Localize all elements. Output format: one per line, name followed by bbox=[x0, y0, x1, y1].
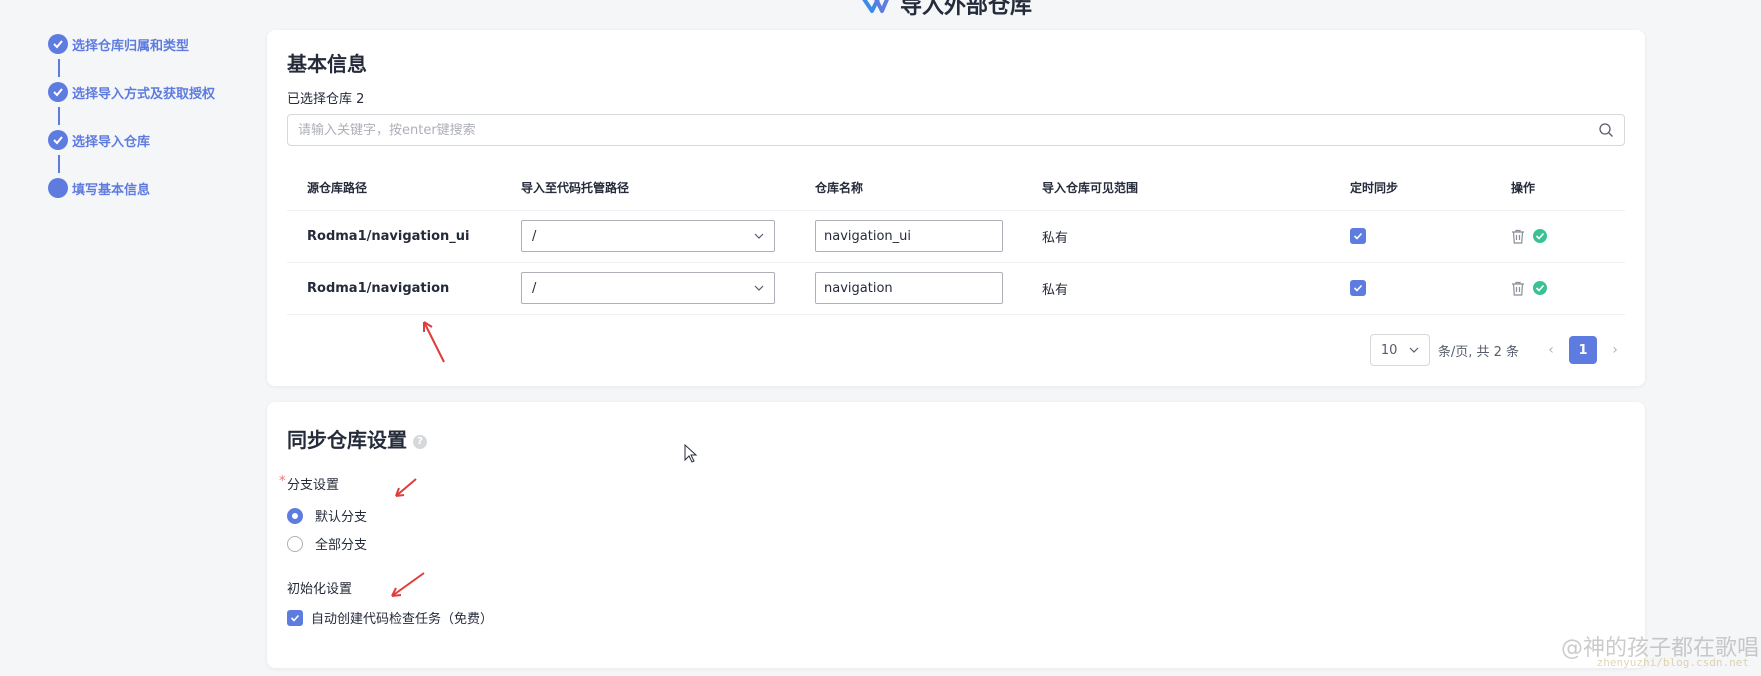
required-mark: * bbox=[279, 474, 286, 489]
sync-checkbox[interactable] bbox=[1350, 227, 1366, 244]
column-header: 仓库名称 bbox=[795, 166, 1022, 211]
prev-page-icon[interactable]: ‹ bbox=[1541, 342, 1561, 358]
radio-button[interactable] bbox=[287, 535, 303, 552]
search-input[interactable] bbox=[298, 122, 1598, 138]
annotation-arrow-icon bbox=[395, 478, 417, 497]
table-header-row: 源仓库路径 导入至代码托管路径 仓库名称 导入仓库可见范围 定时同步 操作 bbox=[287, 166, 1625, 211]
sync-checkbox[interactable] bbox=[1350, 279, 1366, 296]
visibility-value: 私有 bbox=[1022, 210, 1330, 263]
target-path-select[interactable]: / bbox=[521, 272, 775, 304]
selected-count: 已选择仓库 2 bbox=[287, 92, 365, 107]
sync-settings-card: 同步仓库设置? * 分支设置 默认分支 全部分支 初始化设置 自动创建代码检查任务… bbox=[267, 402, 1645, 668]
init-settings-label: 初始化设置 bbox=[287, 582, 353, 597]
sync-settings-title-text: 同步仓库设置 bbox=[287, 428, 407, 452]
repo-table: 源仓库路径 导入至代码托管路径 仓库名称 导入仓库可见范围 定时同步 操作 Ro… bbox=[287, 166, 1625, 315]
table-row: Rodma1/navigation / 私有 bbox=[287, 262, 1625, 315]
column-header: 导入至代码托管路径 bbox=[501, 166, 795, 211]
table-row: Rodma1/navigation_ui / 私有 bbox=[287, 210, 1625, 263]
step-1-label: 选择仓库归属和类型 bbox=[72, 38, 190, 54]
page-size-select[interactable]: 10 bbox=[1369, 334, 1430, 366]
step-1[interactable]: 选择仓库归属和类型 bbox=[48, 34, 215, 54]
mouse-cursor-icon bbox=[684, 444, 698, 463]
auto-code-check-checkbox[interactable] bbox=[287, 609, 303, 626]
radio-label: 全部分支 bbox=[315, 538, 368, 553]
search-box bbox=[287, 114, 1625, 146]
next-page-icon[interactable]: › bbox=[1605, 342, 1625, 358]
logo-icon bbox=[862, 0, 889, 13]
radio-label: 默认分支 bbox=[315, 510, 368, 525]
column-header: 导入仓库可见范围 bbox=[1022, 166, 1330, 211]
chevron-down-icon bbox=[754, 285, 764, 291]
page-title-text: 导入外部仓库 bbox=[900, 0, 1033, 19]
trash-icon[interactable] bbox=[1511, 281, 1525, 296]
basic-info-card: 基本信息 已选择仓库 2 源仓库路径 导入至代码托管路径 仓库名称 导入仓库可见… bbox=[267, 30, 1645, 386]
sync-settings-title: 同步仓库设置? bbox=[287, 424, 427, 453]
annotation-arrow-icon bbox=[423, 321, 445, 363]
target-path-select[interactable]: / bbox=[521, 220, 775, 252]
column-header: 操作 bbox=[1491, 166, 1625, 211]
chevron-down-icon bbox=[1409, 347, 1419, 353]
auto-code-check-option[interactable]: 自动创建代码检查任务（免费） bbox=[287, 608, 493, 627]
target-path-value: / bbox=[532, 280, 537, 296]
step-3-label: 选择导入仓库 bbox=[72, 134, 151, 150]
success-check-icon bbox=[1533, 281, 1547, 295]
page-size-value: 10 bbox=[1380, 342, 1398, 358]
help-icon[interactable]: ? bbox=[413, 434, 427, 449]
pagination: 10 条/页, 共 2 条 ‹ 1 › bbox=[1369, 334, 1625, 366]
radio-button[interactable] bbox=[287, 507, 303, 524]
step-4: 填写基本信息 bbox=[48, 178, 215, 198]
step-indicator: 选择仓库归属和类型 选择导入方式及获取授权 选择导入仓库 填写基本信息 bbox=[48, 34, 215, 198]
source-path: Rodma1/navigation_ui bbox=[287, 210, 501, 263]
step-connector bbox=[58, 107, 60, 125]
repo-name-input[interactable] bbox=[815, 272, 1003, 304]
repo-name-input[interactable] bbox=[815, 220, 1003, 252]
basic-info-title: 基本信息 bbox=[287, 52, 367, 76]
check-circle-icon bbox=[48, 130, 68, 150]
branch-settings-label-text: 分支设置 bbox=[287, 478, 340, 493]
step-2[interactable]: 选择导入方式及获取授权 bbox=[48, 82, 215, 102]
pagination-summary: 条/页, 共 2 条 bbox=[1437, 344, 1519, 360]
check-icon bbox=[1353, 284, 1363, 292]
page-title: 导入外部仓库 bbox=[860, 0, 1032, 20]
visibility-value: 私有 bbox=[1022, 262, 1330, 315]
radio-default-branch[interactable]: 默认分支 bbox=[287, 506, 367, 525]
check-icon bbox=[290, 614, 300, 622]
current-step-dot bbox=[48, 178, 68, 198]
step-4-label: 填写基本信息 bbox=[72, 182, 151, 198]
check-circle-icon bbox=[48, 82, 68, 102]
step-2-label: 选择导入方式及获取授权 bbox=[72, 86, 216, 102]
column-header: 定时同步 bbox=[1330, 166, 1491, 211]
auto-code-check-label: 自动创建代码检查任务（免费） bbox=[311, 612, 494, 627]
target-path-value: / bbox=[532, 228, 537, 244]
page-number-current[interactable]: 1 bbox=[1569, 336, 1597, 364]
check-circle-icon bbox=[48, 34, 68, 54]
step-connector bbox=[58, 59, 60, 77]
step-3[interactable]: 选择导入仓库 bbox=[48, 130, 215, 150]
trash-icon[interactable] bbox=[1511, 229, 1525, 244]
column-header: 源仓库路径 bbox=[287, 166, 501, 211]
branch-settings-label: * 分支设置 bbox=[279, 474, 340, 493]
success-check-icon bbox=[1533, 229, 1547, 243]
annotation-arrow-icon bbox=[391, 572, 425, 597]
source-path: Rodma1/navigation bbox=[287, 262, 501, 315]
chevron-down-icon bbox=[754, 233, 764, 239]
watermark-url: zhenyuzhi/blog.csdn.net bbox=[1596, 656, 1749, 669]
search-icon[interactable] bbox=[1598, 122, 1614, 138]
radio-all-branches[interactable]: 全部分支 bbox=[287, 534, 367, 553]
check-icon bbox=[1353, 232, 1363, 240]
step-connector bbox=[58, 155, 60, 173]
